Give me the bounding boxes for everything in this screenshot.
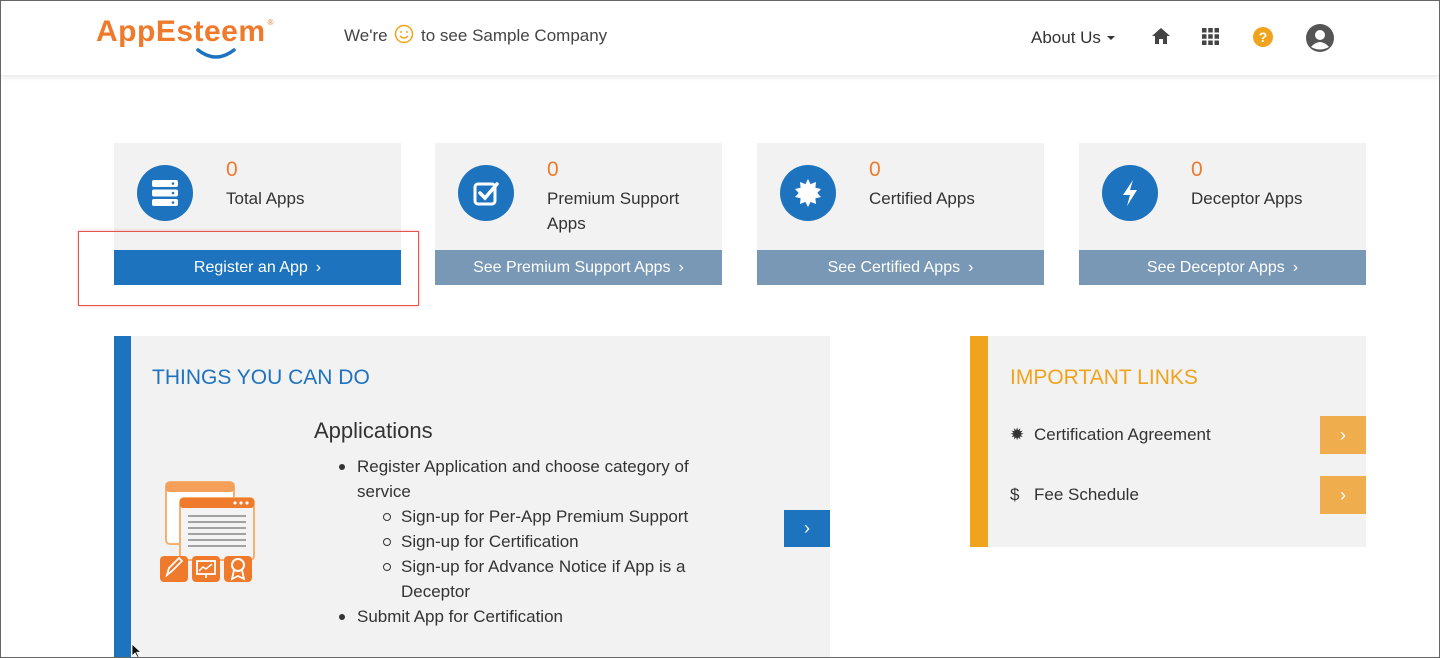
list-item: Register Application and choose category…	[339, 454, 737, 604]
premium-support-count: 0	[547, 158, 559, 181]
check-icon	[458, 165, 514, 221]
premium-support-label: Premium Support Apps	[547, 189, 680, 233]
about-us-label: About Us	[1031, 28, 1101, 47]
chevron-right-icon: ›	[1292, 258, 1299, 276]
welcome-text-after: to see Sample Company	[421, 26, 608, 45]
appesteem-logo[interactable]: AppEsteem ®	[96, 14, 274, 59]
certification-agreement-label: Certification Agreement	[1034, 425, 1211, 444]
applications-go-button[interactable]: ›	[784, 510, 830, 547]
chevron-right-icon: ›	[804, 518, 810, 538]
applications-list: Register Application and choose category…	[339, 454, 737, 629]
apps-grid-icon[interactable]	[1202, 28, 1219, 45]
sub-list-item: Sign-up for Per-App Premium Support	[383, 504, 737, 529]
chevron-right-icon: ›	[315, 258, 322, 276]
see-premium-support-button[interactable]: See Premium Support Apps ›	[435, 250, 722, 285]
deceptor-apps-card: 0 Deceptor Apps See Deceptor Apps ›	[1079, 143, 1366, 285]
caret-down-icon	[1106, 36, 1115, 40]
certified-apps-label: Certified Apps	[869, 189, 975, 208]
home-icon[interactable]	[1151, 27, 1171, 45]
welcome-text-before: We're	[344, 26, 388, 45]
svg-text:?: ?	[1259, 29, 1268, 45]
certified-apps-card: 0 Certified Apps See Certified Apps ›	[757, 143, 1044, 285]
about-us-dropdown[interactable]: About Us	[1031, 28, 1115, 48]
total-apps-card: 0 Total Apps Register an App ›	[114, 143, 401, 285]
help-icon[interactable]: ?	[1253, 27, 1273, 47]
sub-list-item: Sign-up for Certification	[383, 529, 737, 554]
important-links-title: IMPORTANT LINKS	[1010, 366, 1198, 389]
user-avatar-icon[interactable]	[1306, 24, 1334, 52]
top-header: AppEsteem ® We're to see Sample Company …	[0, 0, 1440, 76]
certification-agreement-link[interactable]: ✹ Certification Agreement ›	[1010, 416, 1366, 454]
bolt-icon	[1102, 165, 1158, 221]
certification-agreement-go-button[interactable]: ›	[1320, 416, 1366, 454]
seal-icon	[780, 165, 836, 221]
fee-schedule-label: Fee Schedule	[1034, 485, 1139, 504]
list-item: Submit App for Certification	[339, 604, 737, 629]
server-icon	[137, 165, 193, 221]
list-item-text: Submit App for Certification	[357, 607, 563, 626]
important-links-panel: IMPORTANT LINKS ✹ Certification Agreemen…	[970, 336, 1366, 547]
fee-schedule-link[interactable]: $ Fee Schedule ›	[1010, 476, 1366, 514]
see-premium-support-label: See Premium Support Apps	[473, 258, 671, 276]
see-deceptor-apps-button[interactable]: See Deceptor Apps ›	[1079, 250, 1366, 285]
see-deceptor-apps-label: See Deceptor Apps	[1146, 258, 1285, 276]
mouse-pointer-icon	[131, 643, 143, 658]
deceptor-apps-label: Deceptor Apps	[1191, 189, 1303, 208]
total-apps-label: Total Apps	[226, 189, 305, 208]
register-app-button[interactable]: Register an App ›	[114, 250, 401, 285]
certified-apps-count: 0	[869, 158, 881, 181]
sub-list-item: Sign-up for Advance Notice if App is a D…	[383, 554, 737, 604]
applications-heading: Applications	[314, 418, 433, 443]
chevron-right-icon: ›	[678, 258, 684, 276]
see-certified-apps-button[interactable]: See Certified Apps ›	[757, 250, 1044, 285]
register-app-label: Register an App	[193, 258, 308, 276]
deceptor-apps-count: 0	[1191, 158, 1203, 181]
certificate-seal-icon: ✹	[1010, 425, 1025, 444]
fee-schedule-go-button[interactable]: ›	[1320, 476, 1366, 514]
list-item-text: Register Application and choose category…	[357, 457, 689, 501]
see-certified-apps-label: See Certified Apps	[827, 258, 961, 276]
chevron-right-icon: ›	[1340, 424, 1346, 445]
logo-registered-mark: ®	[267, 18, 274, 27]
chevron-right-icon: ›	[968, 258, 974, 276]
premium-support-card: 0 Premium Support Apps See Premium Suppo…	[435, 143, 722, 285]
total-apps-count: 0	[226, 158, 238, 181]
welcome-message: We're to see Sample Company	[344, 24, 607, 46]
smiley-icon	[395, 24, 414, 44]
chevron-right-icon: ›	[1340, 484, 1346, 505]
things-you-can-do-panel: THINGS YOU CAN DO Applications Register …	[114, 336, 830, 658]
things-you-can-do-title: THINGS YOU CAN DO	[152, 366, 370, 389]
logo-text: AppEsteem	[96, 15, 266, 48]
dollar-icon: $	[1010, 485, 1020, 504]
logo-smile-icon	[196, 48, 236, 59]
applications-illustration-icon	[160, 481, 255, 582]
